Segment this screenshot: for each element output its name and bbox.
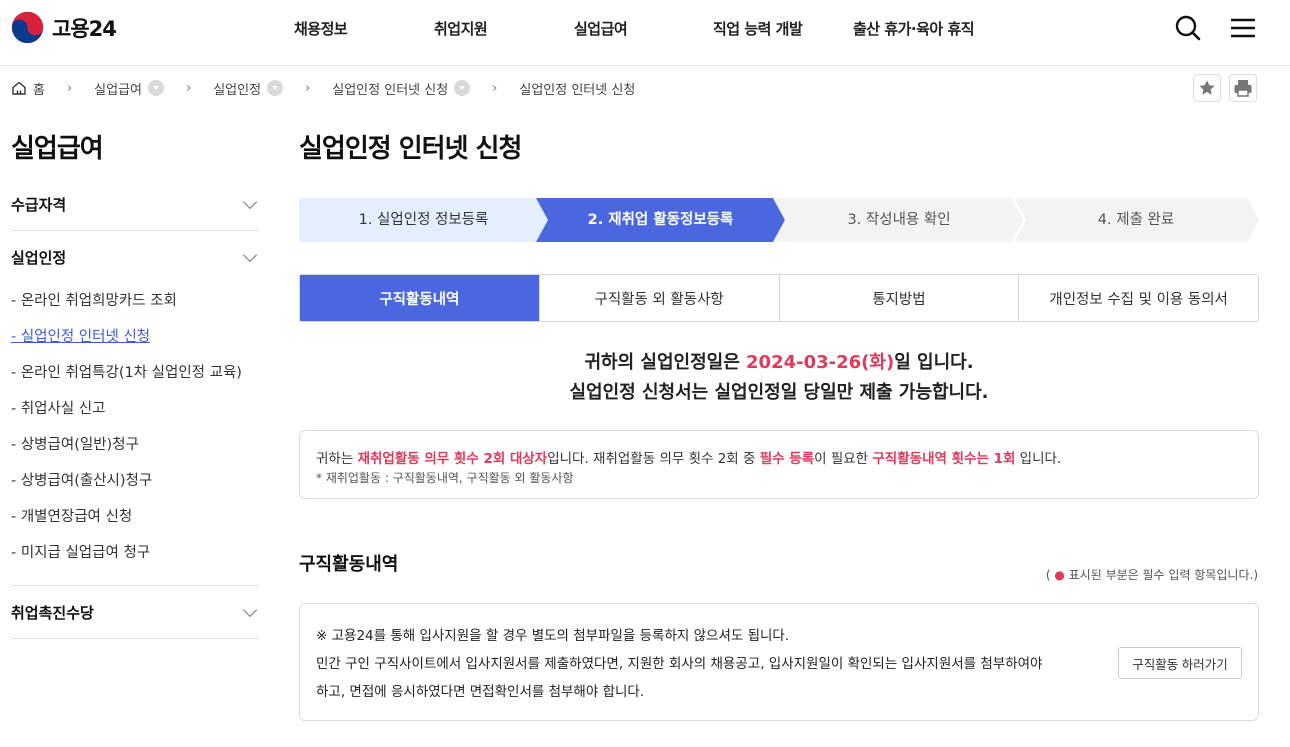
lnb-head-employment-promotion[interactable]: 취업촉진수당	[11, 586, 259, 638]
nav-vocational-training[interactable]: 직업 능력 개발	[713, 18, 803, 39]
guide-line-1: ※ 고용24를 통해 입사지원을 할 경우 별도의 첨부파일을 등록하지 않으셔…	[316, 628, 790, 644]
breadcrumb-current: 실업인정 인터넷 신청	[519, 79, 635, 98]
tab-privacy-consent[interactable]: 개인정보 수집 및 이용 동의서	[1018, 275, 1258, 321]
lnb-head-eligibility[interactable]: 수급자격	[11, 178, 259, 230]
recognition-date: 2024-03-26(화)	[746, 352, 895, 373]
lnb-group-unemployment-recognition: 실업인정 - 온라인 취업희망카드 조회 - 실업인정 인터넷 신청 - 온라인…	[11, 231, 259, 586]
chevron-down-icon	[242, 194, 258, 209]
section-title: 구직활동내역	[299, 554, 399, 575]
breadcrumb-home[interactable]: 홈	[11, 79, 45, 98]
search-icon[interactable]	[1174, 14, 1202, 42]
side-navigation: 수급자격 실업인정 - 온라인 취업희망카드 조회 - 실업인정 인터넷 신청 …	[11, 178, 259, 639]
tab-job-search-history[interactable]: 구직활동내역	[300, 275, 539, 321]
lnb-item-online-hope-card[interactable]: - 온라인 취업희망카드 조회	[11, 283, 259, 319]
recognition-date-notice: 귀하의 실업인정일은 2024-03-26(화)일 입니다. 실업인정 신청서는…	[299, 348, 1259, 408]
obligation-info-box: 귀하는 재취업활동 의무 횟수 2회 대상자입니다. 재취업활동 의무 횟수 2…	[299, 430, 1259, 499]
notice-line-2: 실업인정 신청서는 실업인정일 당일만 제출 가능합니다.	[569, 382, 989, 403]
notice-line-1: 귀하의 실업인정일은 2024-03-26(화)일 입니다.	[584, 352, 974, 373]
chevron-right-icon: ›	[186, 80, 192, 96]
go-job-search-button[interactable]: 구직활동 하러가기	[1118, 647, 1242, 679]
chevron-right-icon: ›	[492, 80, 498, 96]
required-dot-icon: ●	[1054, 568, 1065, 582]
lnb-head-label: 취업촉진수당	[11, 603, 94, 622]
lnb-title: 실업급여	[11, 134, 104, 164]
required-field-note: ( ● 표시된 부분은 필수 입력 항목입니다.)	[1045, 568, 1258, 582]
nav-job-info[interactable]: 채용정보	[294, 18, 348, 39]
home-icon	[12, 81, 26, 95]
logo-text: 고용24	[52, 16, 117, 41]
breadcrumb-label: 실업인정 인터넷 신청	[332, 82, 449, 98]
activity-tabs: 구직활동내역 구직활동 외 활동사항 통지방법 개인정보 수집 및 이용 동의서	[299, 274, 1259, 322]
site-header: 고용24 채용정보 취업지원 실업급여 직업 능력 개발 출산 휴가·육아 휴직	[0, 0, 1290, 66]
favorite-button[interactable]	[1193, 74, 1221, 102]
lnb-item-online-lecture[interactable]: - 온라인 취업특강(1차 실업인정 교육)	[11, 355, 259, 391]
nav-employment-support[interactable]: 취업지원	[434, 18, 488, 39]
hamburger-menu-icon[interactable]	[1229, 14, 1257, 42]
nav-maternity-parental-leave[interactable]: 출산 휴가·육아 휴직	[853, 18, 975, 39]
lnb-item-sickness-benefit-childbirth[interactable]: - 상병급여(출산시)청구	[11, 463, 259, 499]
lnb-head-label: 수급자격	[11, 195, 67, 214]
step-1: 1. 실업인정 정보등록	[358, 212, 489, 228]
dropdown-icon[interactable]	[454, 80, 471, 96]
lnb-submenu: - 온라인 취업희망카드 조회 - 실업인정 인터넷 신청 - 온라인 취업특강…	[11, 283, 259, 585]
obligation-info-note: * 재취업활동 : 구직활동내역, 구직활동 외 활동사항	[316, 471, 574, 485]
step-3: 3. 작성내용 확인	[847, 212, 951, 228]
guide-line-3: 하고, 면접에 응시하였다면 면접확인서를 첨부해야 합니다.	[316, 684, 645, 700]
site-logo[interactable]: 고용24	[11, 11, 117, 44]
print-button[interactable]	[1229, 74, 1257, 102]
page-title: 실업인정 인터넷 신청	[299, 134, 522, 164]
government-emblem-icon	[11, 11, 44, 44]
lnb-item-internet-application[interactable]: - 실업인정 인터넷 신청	[11, 319, 259, 355]
breadcrumb-label: 실업급여	[94, 82, 143, 98]
breadcrumb: 홈 › 실업급여 › 실업인정 › 실업인정 인터넷 신청 › 실업인정 인터넷…	[11, 78, 635, 98]
lnb-head-label: 실업인정	[11, 248, 67, 267]
obligation-info-text: 귀하는 재취업활동 의무 횟수 2회 대상자입니다. 재취업활동 의무 횟수 2…	[316, 451, 1062, 467]
lnb-group-employment-promotion: 취업촉진수당	[11, 586, 259, 639]
print-icon	[1234, 80, 1252, 97]
chevron-down-icon	[242, 602, 258, 617]
breadcrumb-label: 실업인정	[213, 82, 262, 98]
tab-other-activities[interactable]: 구직활동 외 활동사항	[538, 275, 779, 321]
nav-unemployment-benefit[interactable]: 실업급여	[574, 18, 628, 39]
attachment-guide-box: ※ 고용24를 통해 입사지원을 할 경우 별도의 첨부파일을 등록하지 않으셔…	[299, 603, 1259, 721]
breadcrumb-label: 실업인정 인터넷 신청	[519, 82, 636, 98]
progress-steps: 1. 실업인정 정보등록 2. 재취업 활동정보등록 3. 작성내용 확인 4.…	[299, 198, 1259, 242]
dropdown-icon[interactable]	[148, 80, 165, 96]
dropdown-icon[interactable]	[267, 80, 284, 96]
breadcrumb-item[interactable]: 실업인정 인터넷 신청	[332, 79, 471, 98]
tab-notification-method[interactable]: 통지방법	[778, 275, 1019, 321]
lnb-item-sickness-benefit-general[interactable]: - 상병급여(일반)청구	[11, 427, 259, 463]
guide-line-2: 민간 구인 구직사이트에서 입사지원서를 제출하였다면, 지원한 회사의 채용공…	[316, 656, 1043, 672]
breadcrumb-item[interactable]: 실업인정	[213, 79, 284, 98]
breadcrumb-home-label: 홈	[33, 82, 45, 98]
breadcrumb-item[interactable]: 실업급여	[94, 79, 165, 98]
lnb-item-extended-benefit[interactable]: - 개별연장급여 신청	[11, 499, 259, 535]
chevron-right-icon: ›	[66, 80, 73, 96]
star-icon	[1199, 80, 1215, 95]
chevron-down-icon	[242, 247, 258, 262]
chevron-right-icon: ›	[305, 80, 311, 96]
lnb-head-unemployment-recognition[interactable]: 실업인정	[11, 231, 259, 283]
lnb-group-eligibility: 수급자격	[11, 178, 259, 231]
step-2-current: 2. 재취업 활동정보등록	[587, 212, 734, 228]
step-4: 4. 제출 완료	[1097, 212, 1175, 228]
lnb-item-unpaid-benefit[interactable]: - 미지급 실업급여 청구	[11, 535, 259, 571]
lnb-item-employment-report[interactable]: - 취업사실 신고	[11, 391, 259, 427]
